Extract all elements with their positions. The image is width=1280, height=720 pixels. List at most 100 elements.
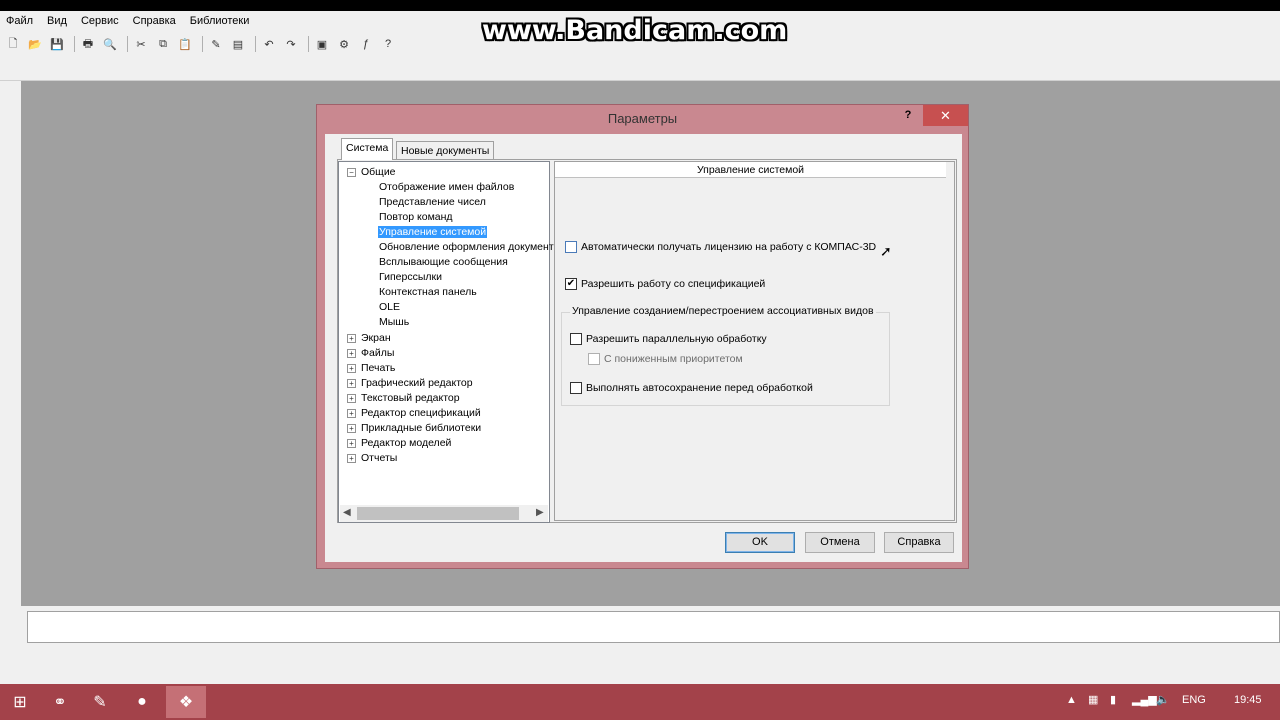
tree-item-spec-editor[interactable]: Редактор спецификаций (361, 407, 481, 419)
toolbar-separator (127, 36, 128, 52)
tab-system[interactable]: Система (341, 138, 394, 160)
tree-item-screen[interactable]: Экран (361, 332, 391, 344)
group-title: Управление созданием/перестроением ассоц… (570, 305, 876, 317)
tray-app-icon[interactable]: ▦ (1088, 684, 1098, 720)
tree-item-file-names[interactable]: Отображение имен файлов (379, 181, 514, 193)
tree-item-context-panel[interactable]: Контекстная панель (379, 286, 477, 298)
preview-icon[interactable]: 🔍 (101, 35, 119, 53)
taskbar: ⊞ ⚭ ✎ ● ❖ ▲ ▦ ▮ ▂▄▆ 🔈 ENG 19:45 (0, 684, 1280, 720)
spec-checkbox[interactable]: ✔ (565, 278, 577, 290)
language-indicator[interactable]: ENG (1182, 684, 1206, 720)
tree-item-general[interactable]: Общие (361, 166, 396, 178)
tree-item-hyperlinks[interactable]: Гиперссылки (379, 271, 442, 283)
tree-item-reports[interactable]: Отчеты (361, 452, 397, 464)
scroll-left-icon[interactable]: ◀ (343, 507, 351, 518)
tree-item-update-design[interactable]: Обновление оформления документ (379, 241, 554, 253)
bandicam-watermark: www.Bandicam.com (482, 15, 788, 46)
tree-item-repeat-commands[interactable]: Повтор команд (379, 211, 453, 223)
cut-icon[interactable]: ✂ (132, 35, 150, 53)
dialog-title: Параметры (607, 111, 678, 126)
open-icon[interactable]: 📂 (26, 35, 44, 53)
autosave-checkbox-row[interactable]: Выполнять автосохранение перед обработко… (570, 382, 813, 394)
toolbar-separator (308, 36, 309, 52)
kompas-app-icon[interactable]: ❖ (166, 686, 206, 718)
parallel-checkbox-row[interactable]: Разрешить параллельную обработку (570, 333, 767, 345)
license-checkbox-row[interactable]: Автоматически получать лицензию на работ… (565, 241, 876, 253)
expand-icon[interactable]: + (347, 334, 356, 343)
menu-libraries[interactable]: Библиотеки (190, 15, 250, 27)
tool-app-icon[interactable]: ✎ (80, 686, 120, 718)
parallel-label: Разрешить параллельную обработку (586, 333, 767, 345)
tree-item-numbers[interactable]: Представление чисел (379, 196, 486, 208)
menu-view[interactable]: Вид (47, 15, 67, 27)
start-windows-icon[interactable]: ⊞ (0, 686, 40, 718)
parallel-checkbox[interactable] (570, 333, 582, 345)
expand-icon[interactable]: + (347, 439, 356, 448)
left-strip (0, 81, 21, 606)
expand-icon[interactable]: + (347, 454, 356, 463)
expand-icon[interactable]: + (347, 349, 356, 358)
network-app-icon[interactable]: ⚭ (40, 686, 80, 718)
lowprio-label: С пониженным приоритетом (604, 353, 743, 365)
help-button[interactable]: Справка (884, 532, 954, 553)
variables-icon[interactable]: ⚙ (335, 35, 353, 53)
expand-icon[interactable]: + (347, 409, 356, 418)
mouse-cursor-icon: ➚ (880, 243, 892, 259)
tree-item-applied-libraries[interactable]: Прикладные библиотеки (361, 422, 481, 434)
tab-new-documents[interactable]: Новые документы (396, 141, 495, 161)
toolbar-separator (202, 36, 203, 52)
context-help-icon[interactable]: ? (379, 35, 397, 53)
show-hidden-icons-icon[interactable]: ▲ (1066, 684, 1077, 720)
menu-help[interactable]: Справка (133, 15, 176, 27)
expand-icon[interactable]: + (347, 379, 356, 388)
tree-item-system-control[interactable]: Управление системой (378, 226, 488, 238)
tree-item-model-editor[interactable]: Редактор моделей (361, 437, 451, 449)
redo-icon[interactable]: ↷ (282, 35, 300, 53)
properties-icon[interactable]: ✎ (207, 35, 225, 53)
license-checkbox[interactable] (565, 241, 577, 253)
bandicam-app-icon[interactable]: ● (122, 686, 162, 718)
dialog-help-button[interactable]: ? (901, 109, 915, 125)
tree-item-graphic-editor[interactable]: Графический редактор (361, 377, 473, 389)
save-icon[interactable]: 💾 (48, 35, 66, 53)
lowprio-checkbox-row: С пониженным приоритетом (588, 353, 743, 365)
scroll-right-icon[interactable]: ▶ (536, 507, 544, 518)
spec-checkbox-row[interactable]: ✔ Разрешить работу со спецификацией (565, 278, 765, 290)
collapse-icon[interactable]: − (347, 168, 356, 177)
print-icon[interactable]: 🖶 (79, 35, 97, 53)
new-document-icon[interactable]: 🗋 (4, 35, 22, 53)
settings-tree: − Общие Отображение имен файлов Представ… (338, 161, 554, 523)
tree-item-ole[interactable]: OLE (379, 301, 400, 313)
volume-icon[interactable]: 🔈 (1156, 684, 1170, 720)
undo-icon[interactable]: ↶ (260, 35, 278, 53)
tree-item-text-editor[interactable]: Текстовый редактор (361, 392, 460, 404)
ok-button[interactable]: OK (725, 532, 795, 553)
tree-item-popup-messages[interactable]: Всплывающие сообщения (379, 256, 508, 268)
signal-icon[interactable]: ▂▄▆ (1132, 684, 1157, 720)
dialog-close-button[interactable]: ✕ (923, 105, 968, 126)
toolbar-separator (255, 36, 256, 52)
copy-icon[interactable]: ⧉ (154, 35, 172, 53)
expand-icon[interactable]: + (347, 364, 356, 373)
table-icon[interactable]: ▤ (229, 35, 247, 53)
menu-file[interactable]: Файл (6, 15, 33, 27)
scroll-thumb[interactable] (357, 507, 519, 520)
tree-item-print[interactable]: Печать (361, 362, 395, 374)
settings-panel: Управление системой Автоматически получа… (554, 161, 955, 521)
lowprio-checkbox (588, 353, 600, 365)
cancel-button[interactable]: Отмена (805, 532, 875, 553)
battery-icon[interactable]: ▮ (1110, 684, 1116, 720)
manager-icon[interactable]: ▣ (313, 35, 331, 53)
top-black-bar (0, 0, 1280, 11)
function-icon[interactable]: ƒ (357, 35, 375, 53)
tree-horizontal-scrollbar[interactable]: ◀ ▶ (340, 505, 548, 522)
status-box (27, 611, 1280, 643)
paste-icon[interactable]: 📋 (176, 35, 194, 53)
expand-icon[interactable]: + (347, 424, 356, 433)
expand-icon[interactable]: + (347, 394, 356, 403)
menu-service[interactable]: Сервис (81, 15, 119, 27)
tree-item-files[interactable]: Файлы (361, 347, 394, 359)
clock[interactable]: 19:45 (1234, 684, 1262, 720)
autosave-checkbox[interactable] (570, 382, 582, 394)
tree-item-mouse[interactable]: Мышь (379, 316, 409, 328)
